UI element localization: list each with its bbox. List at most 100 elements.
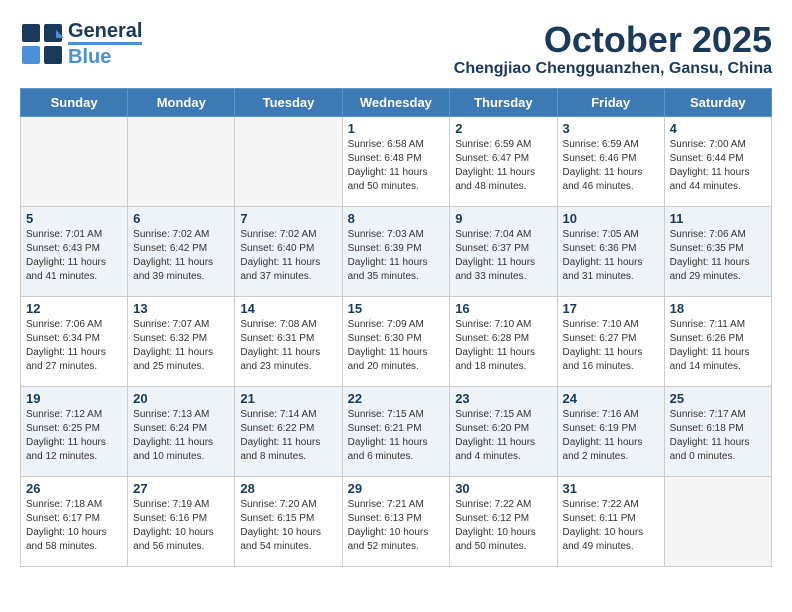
- day-info: Sunrise: 7:21 AM Sunset: 6:13 PM Dayligh…: [348, 498, 445, 554]
- day-number: 28: [240, 481, 336, 496]
- day-number: 1: [348, 121, 445, 136]
- logo-general: General: [68, 20, 142, 42]
- month-title: October 2025: [454, 20, 772, 60]
- day-info: Sunrise: 7:13 AM Sunset: 6:24 PM Dayligh…: [133, 408, 229, 464]
- table-row: 28 Sunrise: 7:20 AM Sunset: 6:15 PM Dayli…: [235, 476, 342, 566]
- col-thursday: Thursday: [450, 88, 557, 116]
- table-row: 5 Sunrise: 7:01 AM Sunset: 6:43 PM Daylig…: [21, 206, 128, 296]
- day-info: Sunrise: 7:06 AM Sunset: 6:35 PM Dayligh…: [670, 228, 766, 284]
- day-number: 2: [455, 121, 551, 136]
- table-row: [664, 476, 771, 566]
- day-number: 4: [670, 121, 766, 136]
- day-number: 18: [670, 301, 766, 316]
- table-row: 17 Sunrise: 7:10 AM Sunset: 6:27 PM Dayli…: [557, 296, 664, 386]
- day-info: Sunrise: 6:58 AM Sunset: 6:48 PM Dayligh…: [348, 138, 445, 194]
- calendar-header-row: Sunday Monday Tuesday Wednesday Thursday…: [21, 88, 772, 116]
- table-row: 21 Sunrise: 7:14 AM Sunset: 6:22 PM Dayli…: [235, 386, 342, 476]
- day-info: Sunrise: 7:14 AM Sunset: 6:22 PM Dayligh…: [240, 408, 336, 464]
- day-number: 6: [133, 211, 229, 226]
- day-number: 3: [563, 121, 659, 136]
- day-info: Sunrise: 7:04 AM Sunset: 6:37 PM Dayligh…: [455, 228, 551, 284]
- day-number: 5: [26, 211, 122, 226]
- day-info: Sunrise: 7:10 AM Sunset: 6:27 PM Dayligh…: [563, 318, 659, 374]
- day-number: 27: [133, 481, 229, 496]
- col-tuesday: Tuesday: [235, 88, 342, 116]
- day-number: 22: [348, 391, 445, 406]
- table-row: 22 Sunrise: 7:15 AM Sunset: 6:21 PM Dayli…: [342, 386, 450, 476]
- table-row: [128, 116, 235, 206]
- day-number: 29: [348, 481, 445, 496]
- day-number: 16: [455, 301, 551, 316]
- day-info: Sunrise: 7:10 AM Sunset: 6:28 PM Dayligh…: [455, 318, 551, 374]
- title-section: October 2025 Chengjiao Chengguanzhen, Ga…: [454, 20, 772, 78]
- table-row: 12 Sunrise: 7:06 AM Sunset: 6:34 PM Dayli…: [21, 296, 128, 386]
- day-number: 30: [455, 481, 551, 496]
- calendar-table: Sunday Monday Tuesday Wednesday Thursday…: [20, 88, 772, 567]
- day-number: 7: [240, 211, 336, 226]
- calendar-week-row: 5 Sunrise: 7:01 AM Sunset: 6:43 PM Daylig…: [21, 206, 772, 296]
- day-info: Sunrise: 7:06 AM Sunset: 6:34 PM Dayligh…: [26, 318, 122, 374]
- location-title: Chengjiao Chengguanzhen, Gansu, China: [454, 60, 772, 78]
- day-info: Sunrise: 7:15 AM Sunset: 6:21 PM Dayligh…: [348, 408, 445, 464]
- day-number: 12: [26, 301, 122, 316]
- day-number: 26: [26, 481, 122, 496]
- day-info: Sunrise: 7:00 AM Sunset: 6:44 PM Dayligh…: [670, 138, 766, 194]
- day-info: Sunrise: 7:02 AM Sunset: 6:40 PM Dayligh…: [240, 228, 336, 284]
- day-info: Sunrise: 7:12 AM Sunset: 6:25 PM Dayligh…: [26, 408, 122, 464]
- calendar-week-row: 12 Sunrise: 7:06 AM Sunset: 6:34 PM Dayli…: [21, 296, 772, 386]
- col-monday: Monday: [128, 88, 235, 116]
- day-info: Sunrise: 7:15 AM Sunset: 6:20 PM Dayligh…: [455, 408, 551, 464]
- table-row: 13 Sunrise: 7:07 AM Sunset: 6:32 PM Dayli…: [128, 296, 235, 386]
- day-number: 14: [240, 301, 336, 316]
- table-row: 14 Sunrise: 7:08 AM Sunset: 6:31 PM Dayli…: [235, 296, 342, 386]
- day-number: 31: [563, 481, 659, 496]
- table-row: 2 Sunrise: 6:59 AM Sunset: 6:47 PM Daylig…: [450, 116, 557, 206]
- table-row: 11Sunrise: 7:06 AM Sunset: 6:35 PM Dayli…: [664, 206, 771, 296]
- day-info: Sunrise: 7:01 AM Sunset: 6:43 PM Dayligh…: [26, 228, 122, 284]
- day-info: Sunrise: 7:18 AM Sunset: 6:17 PM Dayligh…: [26, 498, 122, 554]
- page-header: General Blue October 2025 Chengjiao Chen…: [20, 20, 772, 78]
- calendar-week-row: 1 Sunrise: 6:58 AM Sunset: 6:48 PM Daylig…: [21, 116, 772, 206]
- table-row: [235, 116, 342, 206]
- day-number: 23: [455, 391, 551, 406]
- day-info: Sunrise: 7:16 AM Sunset: 6:19 PM Dayligh…: [563, 408, 659, 464]
- day-number: 20: [133, 391, 229, 406]
- table-row: 15Sunrise: 7:09 AM Sunset: 6:30 PM Dayli…: [342, 296, 450, 386]
- table-row: 4 Sunrise: 7:00 AM Sunset: 6:44 PM Daylig…: [664, 116, 771, 206]
- day-info: Sunrise: 7:20 AM Sunset: 6:15 PM Dayligh…: [240, 498, 336, 554]
- col-friday: Friday: [557, 88, 664, 116]
- day-number: 8: [348, 211, 445, 226]
- day-number: 13: [133, 301, 229, 316]
- table-row: 29 Sunrise: 7:21 AM Sunset: 6:13 PM Dayli…: [342, 476, 450, 566]
- day-number: 21: [240, 391, 336, 406]
- table-row: 10Sunrise: 7:05 AM Sunset: 6:36 PM Dayli…: [557, 206, 664, 296]
- table-row: 25Sunrise: 7:17 AM Sunset: 6:18 PM Dayli…: [664, 386, 771, 476]
- day-info: Sunrise: 7:19 AM Sunset: 6:16 PM Dayligh…: [133, 498, 229, 554]
- table-row: 23 Sunrise: 7:15 AM Sunset: 6:20 PM Dayli…: [450, 386, 557, 476]
- day-info: Sunrise: 7:02 AM Sunset: 6:42 PM Dayligh…: [133, 228, 229, 284]
- table-row: 9 Sunrise: 7:04 AM Sunset: 6:37 PM Daylig…: [450, 206, 557, 296]
- table-row: 27 Sunrise: 7:19 AM Sunset: 6:16 PM Dayli…: [128, 476, 235, 566]
- day-info: Sunrise: 7:08 AM Sunset: 6:31 PM Dayligh…: [240, 318, 336, 374]
- day-info: Sunrise: 6:59 AM Sunset: 6:47 PM Dayligh…: [455, 138, 551, 194]
- table-row: [21, 116, 128, 206]
- col-sunday: Sunday: [21, 88, 128, 116]
- table-row: 16 Sunrise: 7:10 AM Sunset: 6:28 PM Dayli…: [450, 296, 557, 386]
- day-number: 17: [563, 301, 659, 316]
- day-info: Sunrise: 7:22 AM Sunset: 6:11 PM Dayligh…: [563, 498, 659, 554]
- day-info: Sunrise: 7:03 AM Sunset: 6:39 PM Dayligh…: [348, 228, 445, 284]
- day-number: 15: [348, 301, 445, 316]
- day-info: Sunrise: 7:11 AM Sunset: 6:26 PM Dayligh…: [670, 318, 766, 374]
- table-row: 7 Sunrise: 7:02 AM Sunset: 6:40 PM Daylig…: [235, 206, 342, 296]
- day-number: 19: [26, 391, 122, 406]
- table-row: 18 Sunrise: 7:11 AM Sunset: 6:26 PM Dayli…: [664, 296, 771, 386]
- day-info: Sunrise: 7:17 AM Sunset: 6:18 PM Dayligh…: [670, 408, 766, 464]
- logo: General Blue: [20, 20, 142, 68]
- table-row: 30Sunrise: 7:22 AM Sunset: 6:12 PM Dayli…: [450, 476, 557, 566]
- day-info: Sunrise: 7:05 AM Sunset: 6:36 PM Dayligh…: [563, 228, 659, 284]
- day-info: Sunrise: 6:59 AM Sunset: 6:46 PM Dayligh…: [563, 138, 659, 194]
- table-row: 3 Sunrise: 6:59 AM Sunset: 6:46 PM Daylig…: [557, 116, 664, 206]
- day-info: Sunrise: 7:07 AM Sunset: 6:32 PM Dayligh…: [133, 318, 229, 374]
- day-number: 9: [455, 211, 551, 226]
- table-row: 8 Sunrise: 7:03 AM Sunset: 6:39 PM Daylig…: [342, 206, 450, 296]
